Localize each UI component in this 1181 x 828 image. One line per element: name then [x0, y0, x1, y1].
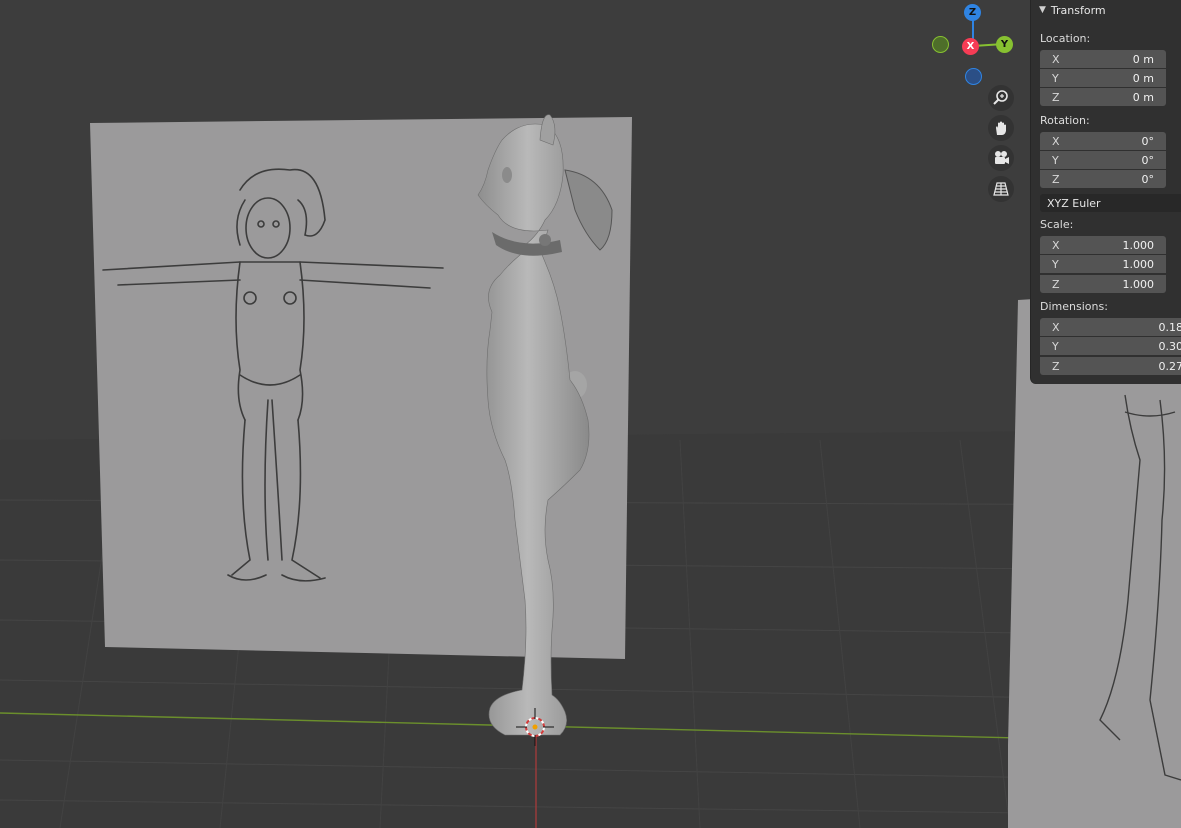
scale-y-value: 1.000: [1122, 257, 1155, 271]
location-x-value: 0 m: [1132, 52, 1154, 66]
rotation-x-axis: X: [1052, 134, 1060, 148]
transform-panel-title: Transform: [1050, 3, 1106, 17]
location-z-field[interactable]: Z 0 m: [1040, 88, 1166, 106]
location-z-axis: Z: [1052, 90, 1060, 104]
gizmo-z-label: Z: [968, 7, 977, 18]
gizmo-x-axis[interactable]: X: [962, 38, 979, 55]
transform-panel: ▼ Transform Location: X 0 m Y 0 m Z 0 m …: [1031, 0, 1181, 384]
gizmo-y-axis[interactable]: Y: [996, 36, 1013, 53]
rotation-y-field[interactable]: Y 0°: [1040, 151, 1166, 169]
perspective-grid-icon: [993, 182, 1009, 196]
rotation-label: Rotation:: [1040, 114, 1090, 127]
rotation-mode-value: XYZ Euler: [1047, 196, 1101, 210]
location-y-field[interactable]: Y 0 m: [1040, 69, 1166, 87]
rotation-z-value: 0°: [1141, 172, 1155, 186]
scale-y-field[interactable]: Y 1.000: [1040, 255, 1166, 273]
location-y-axis: Y: [1052, 71, 1059, 85]
location-z-value: 0 m: [1132, 90, 1154, 104]
pan-button[interactable]: [988, 115, 1014, 141]
zoom-button[interactable]: [988, 85, 1014, 111]
camera-icon: [995, 151, 1009, 164]
camera-view-button[interactable]: [988, 145, 1014, 171]
chevron-down-icon: ▼: [1039, 5, 1046, 15]
location-label: Location:: [1040, 32, 1091, 45]
gizmo-y-label: Y: [1000, 39, 1009, 50]
dimensions-x-value: 0.188: [1158, 320, 1181, 334]
gizmo-neg-z-axis[interactable]: [965, 68, 982, 85]
gizmo-x-label: X: [966, 41, 975, 52]
perspective-toggle-button[interactable]: [988, 176, 1014, 202]
rotation-y-value: 0°: [1141, 153, 1155, 167]
rotation-mode-dropdown[interactable]: XYZ Euler: [1040, 194, 1181, 212]
scale-z-field[interactable]: Z 1.000: [1040, 275, 1166, 293]
rotation-x-value: 0°: [1141, 134, 1155, 148]
dimensions-y-field[interactable]: Y 0.302: [1040, 337, 1181, 355]
scale-label: Scale:: [1040, 218, 1074, 231]
scale-z-axis: Z: [1052, 277, 1060, 291]
dimensions-y-value: 0.302: [1158, 339, 1181, 353]
rotation-z-field[interactable]: Z 0°: [1040, 170, 1166, 188]
dimensions-x-field[interactable]: X 0.188: [1040, 318, 1181, 336]
3d-viewport[interactable]: Z X Y ▼ Transform Location: X 0 m Y 0 m …: [0, 0, 1181, 828]
dimensions-y-axis: Y: [1052, 339, 1059, 353]
dimensions-z-field[interactable]: Z 0.275: [1040, 357, 1181, 375]
rotation-y-axis: Y: [1052, 153, 1059, 167]
scale-x-value: 1.000: [1122, 238, 1155, 252]
hand-pan-icon: [996, 121, 1006, 135]
location-y-value: 0 m: [1132, 71, 1154, 85]
zoom-icon: [993, 90, 1008, 105]
scale-z-value: 1.000: [1122, 277, 1155, 291]
transform-panel-header[interactable]: ▼ Transform: [1031, 0, 1181, 20]
scale-x-axis: X: [1052, 238, 1060, 252]
dimensions-z-value: 0.275: [1158, 359, 1181, 373]
dimensions-label: Dimensions:: [1040, 300, 1108, 313]
location-x-field[interactable]: X 0 m: [1040, 50, 1166, 68]
rotation-x-field[interactable]: X 0°: [1040, 132, 1166, 150]
dimensions-x-axis: X: [1052, 320, 1060, 334]
scale-x-field[interactable]: X 1.000: [1040, 236, 1166, 254]
gizmo-z-axis[interactable]: Z: [964, 4, 981, 21]
gizmo-neg-y-axis[interactable]: [932, 36, 949, 53]
scale-y-axis: Y: [1052, 257, 1059, 271]
rotation-z-axis: Z: [1052, 172, 1060, 186]
dimensions-z-axis: Z: [1052, 359, 1060, 373]
location-x-axis: X: [1052, 52, 1060, 66]
